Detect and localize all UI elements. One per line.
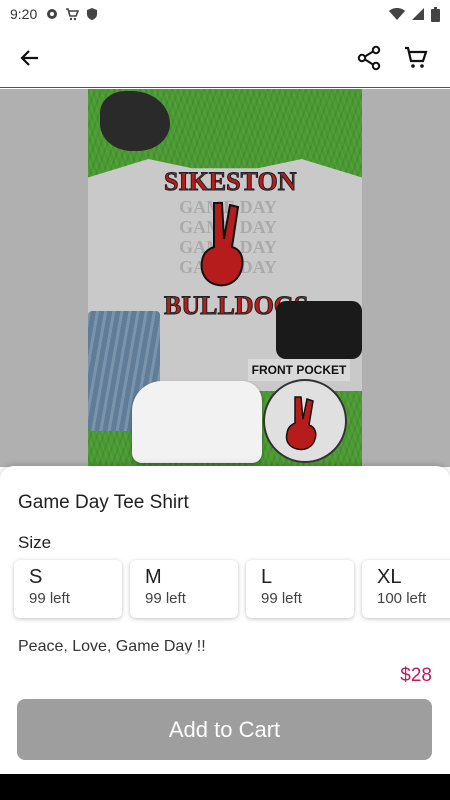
- arrow-left-icon: [20, 50, 38, 66]
- pocket-peace-hand-icon: [285, 396, 317, 451]
- signal-icon: [412, 8, 424, 20]
- product-photo: GAME DAY GAME DAY GAME DAY GAME DAY SIKE…: [88, 89, 362, 467]
- share-icon: [357, 45, 381, 71]
- size-name: S: [29, 566, 43, 588]
- shirt-top-text: SIKESTON: [164, 167, 297, 196]
- size-stock: 99 left: [261, 590, 302, 607]
- size-name: M: [145, 566, 162, 588]
- system-nav-bar: [0, 774, 450, 800]
- share-button[interactable]: [349, 38, 389, 78]
- product-image-area[interactable]: GAME DAY GAME DAY GAME DAY GAME DAY SIKE…: [0, 89, 450, 467]
- status-bar: 9:20: [0, 0, 450, 28]
- size-options: S 99 left M 99 left L 99 left XL 100 lef…: [14, 560, 450, 618]
- settings-icon: [47, 9, 58, 19]
- shirt-bottom-text: BULLDOGS: [164, 291, 310, 320]
- status-time: 9:20: [10, 6, 38, 22]
- size-stock: 100 left: [377, 590, 427, 607]
- description-fade: [0, 650, 450, 656]
- shopping-cart-icon: [66, 8, 80, 21]
- cart-button[interactable]: [396, 38, 436, 78]
- product-sheet: Game Day Tee Shirt Size S 99 left M 99 l…: [0, 466, 450, 774]
- size-option-s[interactable]: S 99 left: [14, 560, 122, 618]
- sneaker-image: [132, 381, 262, 463]
- size-name: L: [261, 566, 273, 588]
- pocket-logo: [263, 379, 347, 463]
- shield-icon: [87, 8, 98, 20]
- product-price: $28: [400, 665, 432, 686]
- purse-image: [276, 301, 362, 359]
- size-label: Size: [18, 533, 52, 552]
- peace-hand-icon: [200, 202, 244, 287]
- app-bar: [0, 28, 450, 88]
- product-title: Game Day Tee Shirt: [18, 492, 189, 513]
- size-option-m[interactable]: M 99 left: [130, 560, 238, 618]
- wifi-icon: [389, 8, 405, 20]
- size-option-l[interactable]: L 99 left: [246, 560, 354, 618]
- size-stock: 99 left: [145, 590, 186, 607]
- pocket-label: FRONT POCKET: [248, 359, 350, 381]
- size-option-xl[interactable]: XL 100 left: [362, 560, 450, 618]
- battery-icon: [431, 6, 440, 22]
- add-to-cart-button[interactable]: Add to Cart: [17, 699, 432, 760]
- cart-icon: [405, 46, 428, 68]
- size-stock: 99 left: [29, 590, 70, 607]
- size-name: XL: [377, 566, 402, 588]
- back-button[interactable]: [10, 38, 50, 78]
